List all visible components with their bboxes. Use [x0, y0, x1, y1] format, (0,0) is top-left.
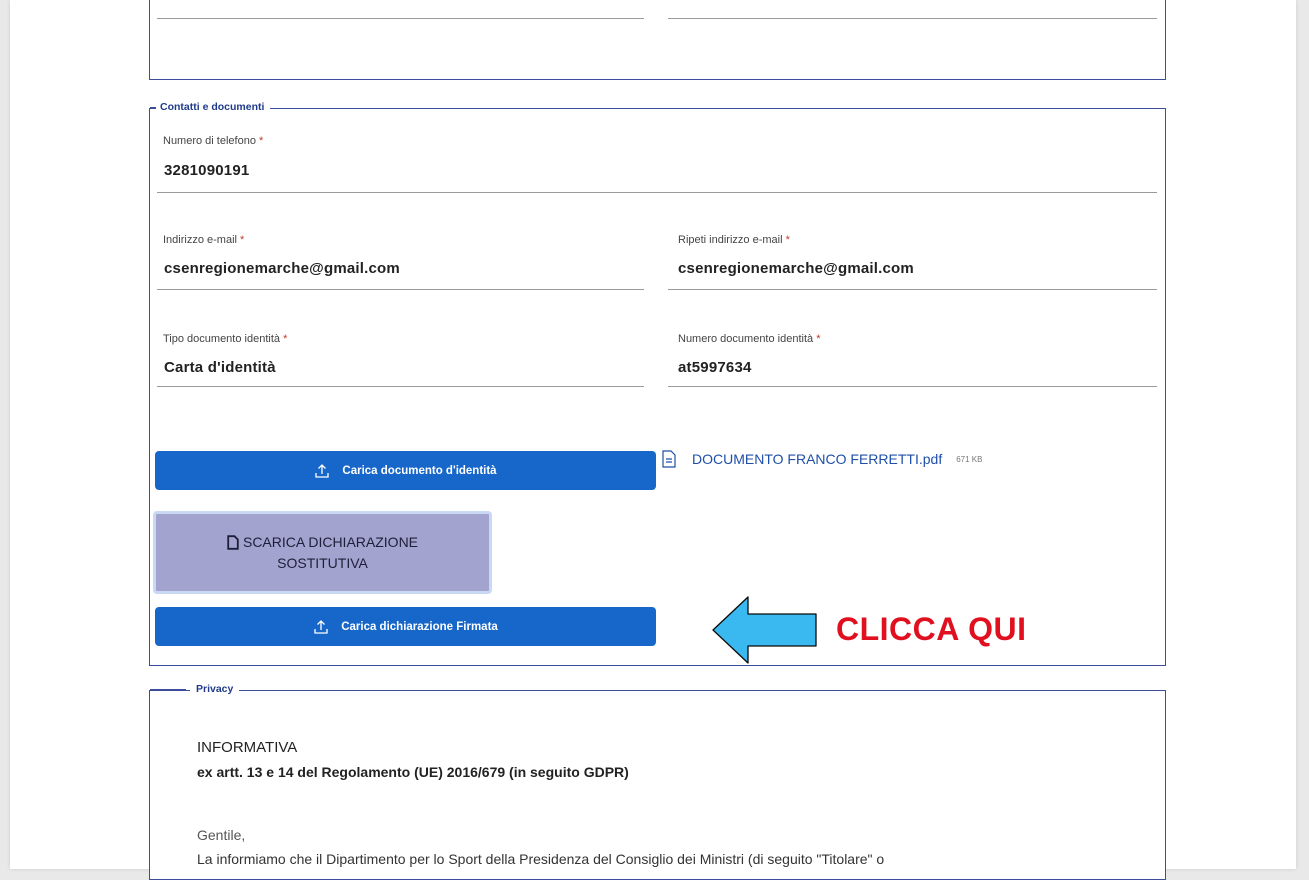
download-declaration-button[interactable]: SCARICA DICHIARAZIONE SOSTITUTIVA: [153, 511, 492, 594]
previous-field-underline-left: [157, 18, 644, 19]
uploaded-file-name[interactable]: DOCUMENTO FRANCO FERRETTI.pdf: [692, 451, 942, 467]
upload-id-label: Carica documento d'identità: [342, 464, 497, 477]
required-mark: *: [259, 135, 264, 147]
privacy-body: La informiamo che il Dipartimento per lo…: [197, 851, 885, 867]
previous-field-underline-right: [668, 18, 1157, 19]
required-mark: *: [785, 234, 790, 246]
callout-arrow-icon: [712, 596, 817, 664]
email-input[interactable]: csenregionemarche@gmail.com: [164, 260, 400, 277]
upload-signed-declaration-label: Carica dichiarazione Firmata: [341, 620, 498, 633]
privacy-title: INFORMATIVA: [197, 739, 298, 756]
doc-number-input[interactable]: at5997634: [678, 359, 752, 376]
required-mark: *: [240, 234, 245, 246]
phone-underline: [157, 192, 1157, 193]
upload-icon: [314, 619, 328, 634]
file-icon: [662, 450, 676, 468]
doc-type-select[interactable]: Carta d'identità: [164, 359, 276, 376]
download-declaration-line2: SOSTITUTIVA: [277, 554, 368, 571]
uploaded-file-size: 671 KB: [956, 454, 983, 464]
callout-text: CLICCA QUI: [836, 611, 1027, 647]
doc-number-underline: [668, 386, 1157, 387]
email-label: Indirizzo e-mail *: [163, 234, 245, 246]
upload-id-button[interactable]: Carica documento d'identità: [155, 451, 656, 490]
email-underline: [157, 289, 644, 290]
phone-input[interactable]: 3281090191: [164, 162, 249, 179]
required-mark: *: [816, 333, 821, 345]
uploaded-file[interactable]: DOCUMENTO FRANCO FERRETTI.pdf 671 KB: [662, 450, 982, 468]
document-icon: [227, 534, 239, 550]
privacy-subtitle: ex artt. 13 e 14 del Regolamento (UE) 20…: [197, 764, 629, 780]
doc-type-label: Tipo documento identità *: [163, 333, 288, 345]
doc-type-underline: [157, 386, 644, 387]
phone-label: Numero di telefono *: [163, 135, 264, 147]
previous-section: [149, 0, 1166, 80]
privacy-legend-line: [150, 689, 186, 691]
doc-number-label: Numero documento identità *: [678, 333, 821, 345]
required-mark: *: [283, 333, 288, 345]
contacts-legend: Contatti e documenti: [154, 101, 271, 113]
download-declaration-line1: SCARICA DICHIARAZIONE: [227, 532, 418, 553]
email-repeat-underline: [668, 289, 1157, 290]
privacy-greeting: Gentile,: [197, 827, 246, 843]
legend-line: [150, 107, 156, 109]
upload-signed-declaration-button[interactable]: Carica dichiarazione Firmata: [155, 607, 656, 646]
privacy-legend: Privacy: [190, 683, 240, 695]
email-repeat-label: Ripeti indirizzo e-mail *: [678, 234, 790, 246]
email-repeat-input[interactable]: csenregionemarche@gmail.com: [678, 260, 914, 277]
upload-icon: [315, 463, 330, 478]
